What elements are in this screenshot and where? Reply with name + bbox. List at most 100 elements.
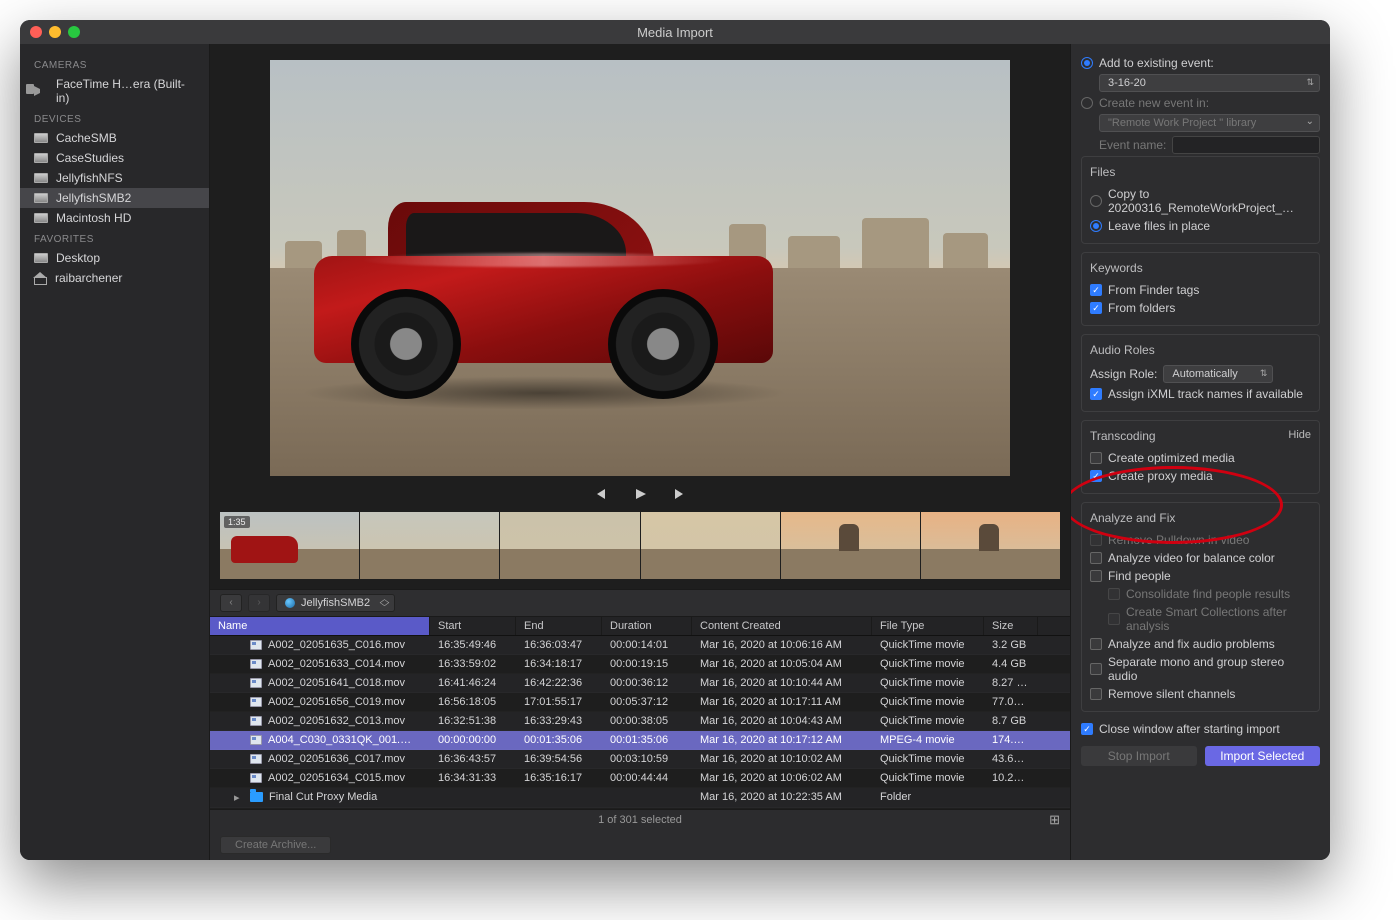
checkbox-icon: [1090, 552, 1102, 564]
table-row[interactable]: A004_C030_0331QK_001.…00:00:00:0000:01:3…: [210, 731, 1070, 750]
col-file-type[interactable]: File Type: [872, 617, 984, 635]
fix-checkbox[interactable]: Separate mono and group stereo audio: [1090, 653, 1311, 685]
table-header[interactable]: Name Start End Duration Content Created …: [210, 617, 1070, 636]
copy-to-radio[interactable]: Copy to 20200316_RemoteWorkProject_…: [1090, 185, 1311, 217]
row-name: A002_02051632_C013.mov: [268, 715, 405, 727]
nav-forward-button[interactable]: ›: [248, 594, 270, 612]
table-row[interactable]: A002_02051635_C016.mov16:35:49:4616:36:0…: [210, 636, 1070, 655]
checkbox-icon: [1108, 588, 1120, 600]
filmstrip-thumb[interactable]: [641, 512, 780, 578]
table-row[interactable]: A002_02051636_C017.mov16:36:43:5716:39:5…: [210, 750, 1070, 769]
table-row[interactable]: A002_02051656_C019.mov16:56:18:0517:01:5…: [210, 693, 1070, 712]
sidebar-item[interactable]: CacheSMB: [20, 128, 209, 148]
sidebar-item[interactable]: raibarchener: [20, 268, 209, 288]
add-existing-radio[interactable]: Add to existing event:: [1081, 54, 1320, 72]
fix-checkbox[interactable]: Analyze and fix audio problems: [1090, 635, 1311, 653]
import-selected-button[interactable]: Import Selected: [1205, 746, 1321, 766]
close-window-checkbox[interactable]: Close window after starting import: [1081, 720, 1320, 738]
assign-role-select[interactable]: Automatically: [1163, 365, 1273, 383]
nav-back-button[interactable]: ‹: [220, 594, 242, 612]
row-name: A002_02051633_C014.mov: [268, 658, 405, 670]
filmstrip-thumb[interactable]: [781, 512, 920, 578]
drive-icon: [34, 153, 48, 163]
titlebar: Media Import: [20, 20, 1330, 44]
path-bar: ‹ › JellyfishSMB2: [210, 589, 1070, 617]
drive-icon: [34, 253, 48, 263]
checkbox-icon: [1090, 570, 1102, 582]
audio-roles-section: Audio Roles Assign Role:Automatically As…: [1081, 334, 1320, 412]
table-row[interactable]: ▸Final Cut Proxy MediaMar 16, 2020 at 10…: [210, 788, 1070, 808]
camera-icon: [34, 86, 48, 96]
ixml-checkbox[interactable]: Assign iXML track names if available: [1090, 385, 1311, 403]
checkbox-icon: [1090, 470, 1102, 482]
col-duration[interactable]: Duration: [602, 617, 692, 635]
view-toggle-icon[interactable]: ⊞: [1049, 812, 1060, 828]
sidebar-item[interactable]: JellyfishNFS: [20, 168, 209, 188]
next-button[interactable]: [672, 486, 688, 502]
stop-import-button: Stop Import: [1081, 746, 1197, 766]
create-archive-button[interactable]: Create Archive...: [220, 836, 331, 854]
filmstrip-thumb[interactable]: [500, 512, 639, 578]
volume-icon: [285, 598, 295, 608]
row-name: A002_02051636_C017.mov: [268, 753, 405, 765]
sidebar-item-label: Macintosh HD: [56, 211, 131, 225]
col-start[interactable]: Start: [430, 617, 516, 635]
clip-icon: [250, 640, 262, 650]
table-row[interactable]: A002_02051632_C013.mov16:32:51:3816:33:2…: [210, 712, 1070, 731]
filmstrip[interactable]: 1:35: [210, 512, 1070, 588]
table-row[interactable]: A002_02051641_C018.mov16:41:46:2416:42:2…: [210, 674, 1070, 693]
optimized-media-checkbox[interactable]: Create optimized media: [1090, 449, 1311, 467]
clip-table: Name Start End Duration Content Created …: [210, 617, 1070, 809]
table-row[interactable]: A002_02051634_C015.mov16:34:31:3316:35:1…: [210, 769, 1070, 788]
fix-checkbox: Remove Pulldown in video: [1090, 531, 1311, 549]
fix-checkbox[interactable]: Find people: [1090, 567, 1311, 585]
play-button[interactable]: [632, 486, 648, 502]
assign-role-label: Assign Role:: [1090, 367, 1157, 381]
from-folders-checkbox[interactable]: From folders: [1090, 299, 1311, 317]
finder-tags-checkbox[interactable]: From Finder tags: [1090, 281, 1311, 299]
filmstrip-thumb[interactable]: 1:35: [220, 512, 359, 578]
prev-button[interactable]: [592, 486, 608, 502]
sidebar-item[interactable]: Macintosh HD: [20, 208, 209, 228]
filmstrip-thumb[interactable]: [360, 512, 499, 578]
sidebar-item[interactable]: Desktop: [20, 248, 209, 268]
event-name-label: Event name:: [1099, 138, 1166, 152]
selection-count: 1 of 301 selected: [598, 814, 682, 826]
filmstrip-thumb[interactable]: [921, 512, 1060, 578]
video-preview[interactable]: [270, 60, 1010, 476]
keywords-section: Keywords From Finder tags From folders: [1081, 252, 1320, 326]
sidebar-item-label: raibarchener: [55, 271, 122, 285]
archive-bar: Create Archive...: [210, 830, 1070, 860]
sidebar-heading: DEVICES: [20, 108, 209, 128]
table-row[interactable]: A002_02051633_C014.mov16:33:59:0216:34:1…: [210, 655, 1070, 674]
col-size[interactable]: Size: [984, 617, 1038, 635]
row-name: A004_C030_0331QK_001.…: [268, 734, 411, 746]
clip-icon: [250, 659, 262, 669]
radio-icon: [1081, 97, 1093, 109]
col-name[interactable]: Name: [210, 617, 430, 635]
clip-icon: [250, 678, 262, 688]
fix-checkbox[interactable]: Analyze video for balance color: [1090, 549, 1311, 567]
existing-event-select[interactable]: 3-16-20: [1099, 74, 1320, 92]
sidebar-item[interactable]: FaceTime H…era (Built-in): [20, 74, 209, 108]
location-label: JellyfishSMB2: [301, 597, 370, 609]
sidebar-item-label: CacheSMB: [56, 131, 117, 145]
sidebar-item[interactable]: JellyfishSMB2: [20, 188, 209, 208]
status-bar: 1 of 301 selected ⊞: [210, 809, 1070, 830]
sidebar-item-label: Desktop: [56, 251, 100, 265]
proxy-media-checkbox[interactable]: Create proxy media: [1090, 467, 1311, 485]
fix-checkbox[interactable]: Remove silent channels: [1090, 685, 1311, 703]
checkbox-icon: [1090, 663, 1102, 675]
window-title: Media Import: [20, 25, 1330, 40]
drive-icon: [34, 173, 48, 183]
sidebar-item[interactable]: CaseStudies: [20, 148, 209, 168]
col-end[interactable]: End: [516, 617, 602, 635]
leave-in-place-radio[interactable]: Leave files in place: [1090, 217, 1311, 235]
location-dropdown[interactable]: JellyfishSMB2: [276, 594, 395, 612]
create-new-radio[interactable]: Create new event in:: [1081, 94, 1320, 112]
source-sidebar: CAMERASFaceTime H…era (Built-in)DEVICESC…: [20, 44, 210, 860]
sidebar-item-label: CaseStudies: [56, 151, 124, 165]
col-content-created[interactable]: Content Created: [692, 617, 872, 635]
hide-link[interactable]: Hide: [1288, 429, 1311, 441]
sidebar-heading: FAVORITES: [20, 228, 209, 248]
